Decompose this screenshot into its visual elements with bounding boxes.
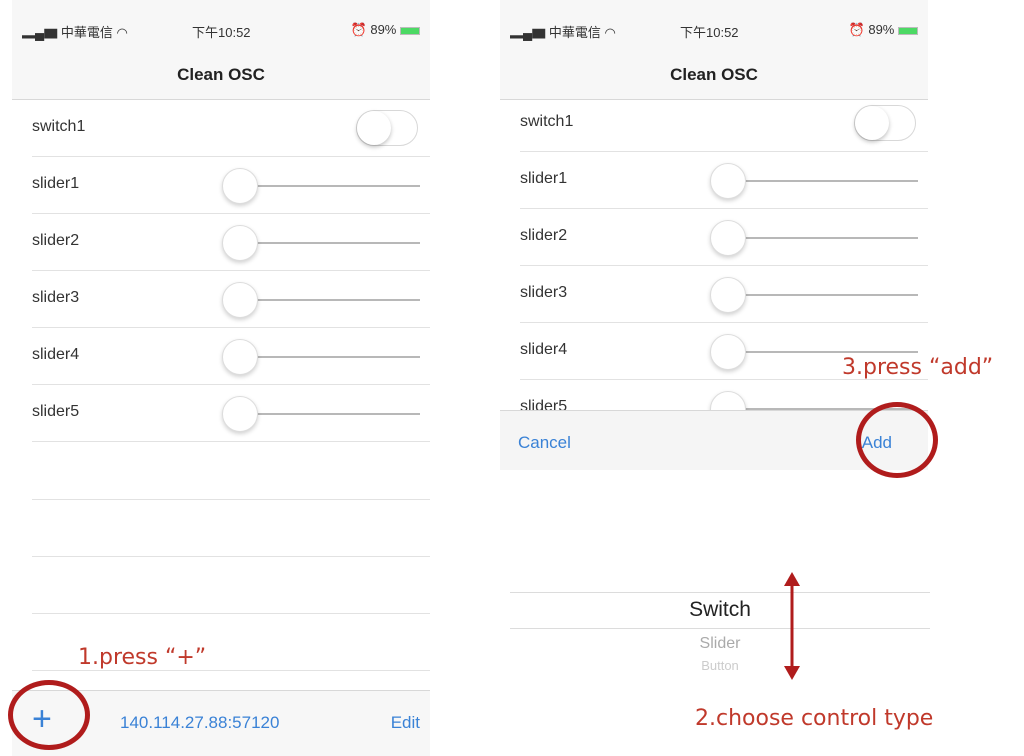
control-row-switch1: switch1	[32, 100, 430, 157]
row-label: slider3	[520, 284, 568, 301]
control-row-slider1: slider1	[520, 152, 928, 209]
page-title: Clean OSC	[177, 65, 265, 84]
switch-knob	[357, 111, 391, 145]
control-row-slider2: slider2	[32, 214, 430, 271]
right-phone-screen: ▂▄▆ 中華電信 ◠ 下午10:52 ⏰ 89% Clean OSC switc…	[500, 0, 928, 470]
picker-divider	[510, 592, 930, 593]
edit-button[interactable]: Edit	[391, 713, 420, 733]
slider-track[interactable]	[242, 299, 420, 301]
row-label: slider2	[520, 227, 568, 244]
annotation-step2: 2.choose control type	[695, 706, 934, 731]
row-label: slider4	[32, 346, 80, 363]
divider	[32, 556, 430, 557]
control-row-slider1: slider1	[32, 157, 430, 214]
picker-option-switch[interactable]: Switch	[510, 598, 930, 622]
slider-track[interactable]	[730, 294, 918, 296]
slider-track[interactable]	[242, 242, 420, 244]
status-bar: ▂▄▆ 中華電信 ◠ 下午10:52 ⏰ 89%	[500, 0, 928, 60]
highlight-circle-add	[856, 402, 938, 478]
highlight-circle-plus	[8, 680, 90, 750]
divider	[32, 613, 430, 614]
control-row-slider3: slider3	[520, 266, 928, 323]
navigation-bar: Clean OSC	[12, 55, 430, 100]
slider-track[interactable]	[242, 185, 420, 187]
row-label: switch1	[32, 118, 86, 135]
switch-knob	[855, 106, 889, 140]
double-arrow-icon	[784, 572, 800, 680]
annotation-step3: 3.press “add”	[842, 355, 994, 380]
status-bar: ▂▄▆ 中華電信 ◠ 下午10:52 ⏰ 89%	[12, 0, 430, 60]
alarm-icon: ⏰	[848, 22, 869, 37]
slider-knob[interactable]	[710, 334, 746, 370]
divider	[32, 670, 430, 671]
control-row-slider5: slider5	[32, 385, 430, 442]
slider-knob[interactable]	[710, 163, 746, 199]
row-label: slider4	[520, 341, 568, 358]
picker-option-slider[interactable]: Slider	[510, 635, 930, 653]
row-label: slider5	[32, 403, 80, 420]
signal-icon: ▂▄▆	[22, 25, 61, 40]
clock: 下午10:52	[192, 25, 251, 40]
signal-icon: ▂▄▆	[510, 25, 549, 40]
control-row-slider2: slider2	[520, 209, 928, 266]
battery-indicator: ⏰ 89%	[351, 22, 420, 38]
control-type-picker[interactable]: Switch Slider Button	[510, 560, 930, 680]
carrier-name: ▂▄▆ 中華電信 ◠	[510, 25, 616, 40]
cancel-button[interactable]: Cancel	[518, 433, 571, 453]
toggle-switch[interactable]	[356, 110, 418, 146]
slider-knob[interactable]	[222, 396, 258, 432]
slider-track[interactable]	[730, 180, 918, 182]
clock: 下午10:52	[680, 25, 739, 40]
slider-track[interactable]	[730, 237, 918, 239]
divider	[32, 499, 430, 500]
battery-indicator: ⏰ 89%	[849, 22, 918, 38]
row-label: slider2	[32, 232, 80, 249]
wifi-icon: ◠	[604, 25, 616, 40]
slider-knob[interactable]	[222, 168, 258, 204]
navigation-bar: Clean OSC	[500, 55, 928, 100]
row-label: slider3	[32, 289, 80, 306]
slider-knob[interactable]	[222, 282, 258, 318]
control-row-slider3: slider3	[32, 271, 430, 328]
slider-knob[interactable]	[710, 277, 746, 313]
battery-icon	[400, 26, 420, 35]
osc-address-link[interactable]: 140.114.27.88:57120	[120, 713, 279, 733]
page-title: Clean OSC	[670, 65, 758, 84]
row-label: switch1	[520, 113, 574, 130]
alarm-icon: ⏰	[350, 22, 371, 37]
annotation-step1: 1.press “+”	[78, 645, 207, 670]
slider-track[interactable]	[242, 413, 420, 415]
slider-knob[interactable]	[710, 220, 746, 256]
slider-track[interactable]	[730, 351, 918, 353]
toggle-switch[interactable]	[854, 105, 916, 141]
picker-divider	[510, 628, 930, 629]
battery-icon	[898, 26, 918, 35]
slider-knob[interactable]	[222, 339, 258, 375]
left-phone-screen: ▂▄▆ 中華電信 ◠ 下午10:52 ⏰ 89% Clean OSC switc…	[12, 0, 430, 756]
slider-track[interactable]	[242, 356, 420, 358]
wifi-icon: ◠	[116, 25, 128, 40]
picker-option-button[interactable]: Button	[510, 658, 930, 673]
control-row-switch1: switch1	[520, 95, 928, 152]
row-label: slider1	[32, 175, 80, 192]
slider-knob[interactable]	[222, 225, 258, 261]
control-row-slider4: slider4	[32, 328, 430, 385]
row-label: slider1	[520, 170, 568, 187]
carrier-name: ▂▄▆ 中華電信 ◠	[22, 25, 128, 40]
